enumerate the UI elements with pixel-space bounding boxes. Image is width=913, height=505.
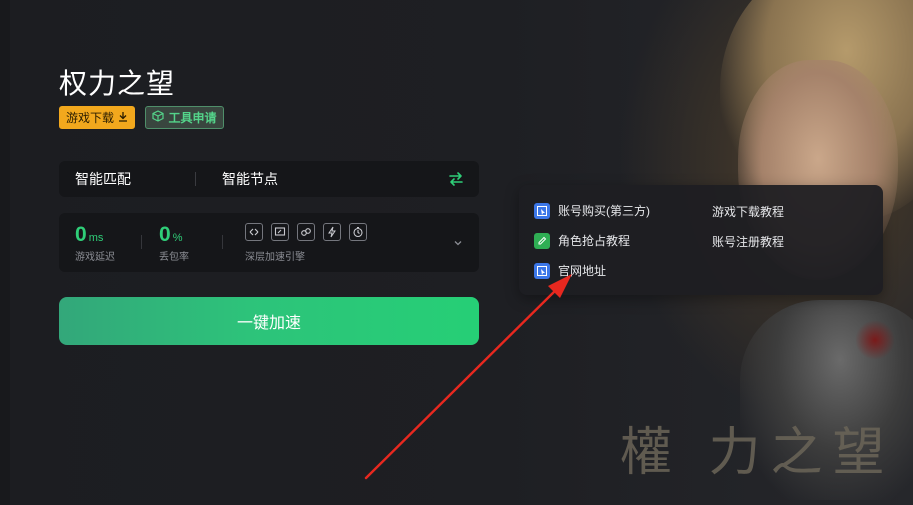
mode-divider <box>195 172 196 186</box>
account-register-tutorial-link[interactable]: 账号注册教程 <box>712 233 784 250</box>
swap-icon[interactable] <box>447 170 465 188</box>
stat-divider <box>141 235 142 249</box>
node-selector[interactable]: 智能节点 <box>222 161 278 197</box>
cube-icon <box>152 110 165 125</box>
accelerate-label: 一键加速 <box>236 315 301 332</box>
chevron-down-icon[interactable] <box>453 235 463 246</box>
pencil-icon <box>534 232 550 249</box>
bolt-icon[interactable] <box>323 223 341 241</box>
left-edge-strip <box>0 0 10 505</box>
background-game-logo-text: 權 力之望 <box>620 423 895 483</box>
official-site-link[interactable]: 官网地址 <box>534 262 606 279</box>
game-detail-page: 權 力之望 权力之望 游戏下载 工具申请 智能匹配 智能节点 0 ms 游戏延迟 … <box>0 0 913 505</box>
screen-icon[interactable] <box>271 223 289 241</box>
timer-icon[interactable] <box>349 223 367 241</box>
cursor-icon <box>534 202 550 219</box>
one-click-accelerate-button[interactable]: 一键加速 <box>59 297 479 345</box>
game-download-label: 游戏下载 <box>65 111 114 125</box>
engine-icon-row <box>245 223 367 241</box>
engine-label: 深层加速引擎 <box>245 252 305 263</box>
match-mode-selector[interactable]: 智能匹配 <box>75 161 131 197</box>
link-icon[interactable] <box>245 223 263 241</box>
latency-stat: 0 ms 游戏延迟 <box>75 223 115 263</box>
game-download-button[interactable]: 游戏下载 <box>59 106 135 129</box>
nodes-icon[interactable] <box>297 223 315 241</box>
role-grab-tutorial-label: 角色抢占教程 <box>558 234 631 248</box>
game-links-popup: 账号购买(第三方) 角色抢占教程 官网地址 游戏下载教程 账号注册教程 <box>519 185 883 295</box>
packet-loss-value: 0 <box>159 223 171 246</box>
game-title: 权力之望 <box>59 68 176 99</box>
latency-value: 0 <box>75 223 87 246</box>
role-grab-tutorial-link[interactable]: 角色抢占教程 <box>534 232 630 249</box>
game-download-tutorial-link[interactable]: 游戏下载教程 <box>712 203 784 220</box>
packet-loss-unit: % <box>172 232 183 244</box>
download-icon <box>118 111 128 125</box>
tool-apply-button[interactable]: 工具申请 <box>145 106 224 129</box>
mode-bar: 智能匹配 智能节点 <box>59 161 479 197</box>
stat-divider <box>222 235 223 249</box>
packet-loss-label: 丢包率 <box>159 252 189 263</box>
packet-loss-stat: 0% 丢包率 <box>159 223 189 263</box>
account-purchase-label: 账号购买(第三方) <box>558 204 650 218</box>
official-site-label: 官网地址 <box>558 264 607 278</box>
latency-unit: ms <box>88 232 104 244</box>
tool-apply-label: 工具申请 <box>168 111 217 125</box>
account-purchase-link[interactable]: 账号购买(第三方) <box>534 202 650 219</box>
stats-panel: 0 ms 游戏延迟 0% 丢包率 深层加速引擎 <box>59 213 479 272</box>
cursor-icon <box>534 262 550 279</box>
latency-label: 游戏延迟 <box>75 252 115 263</box>
